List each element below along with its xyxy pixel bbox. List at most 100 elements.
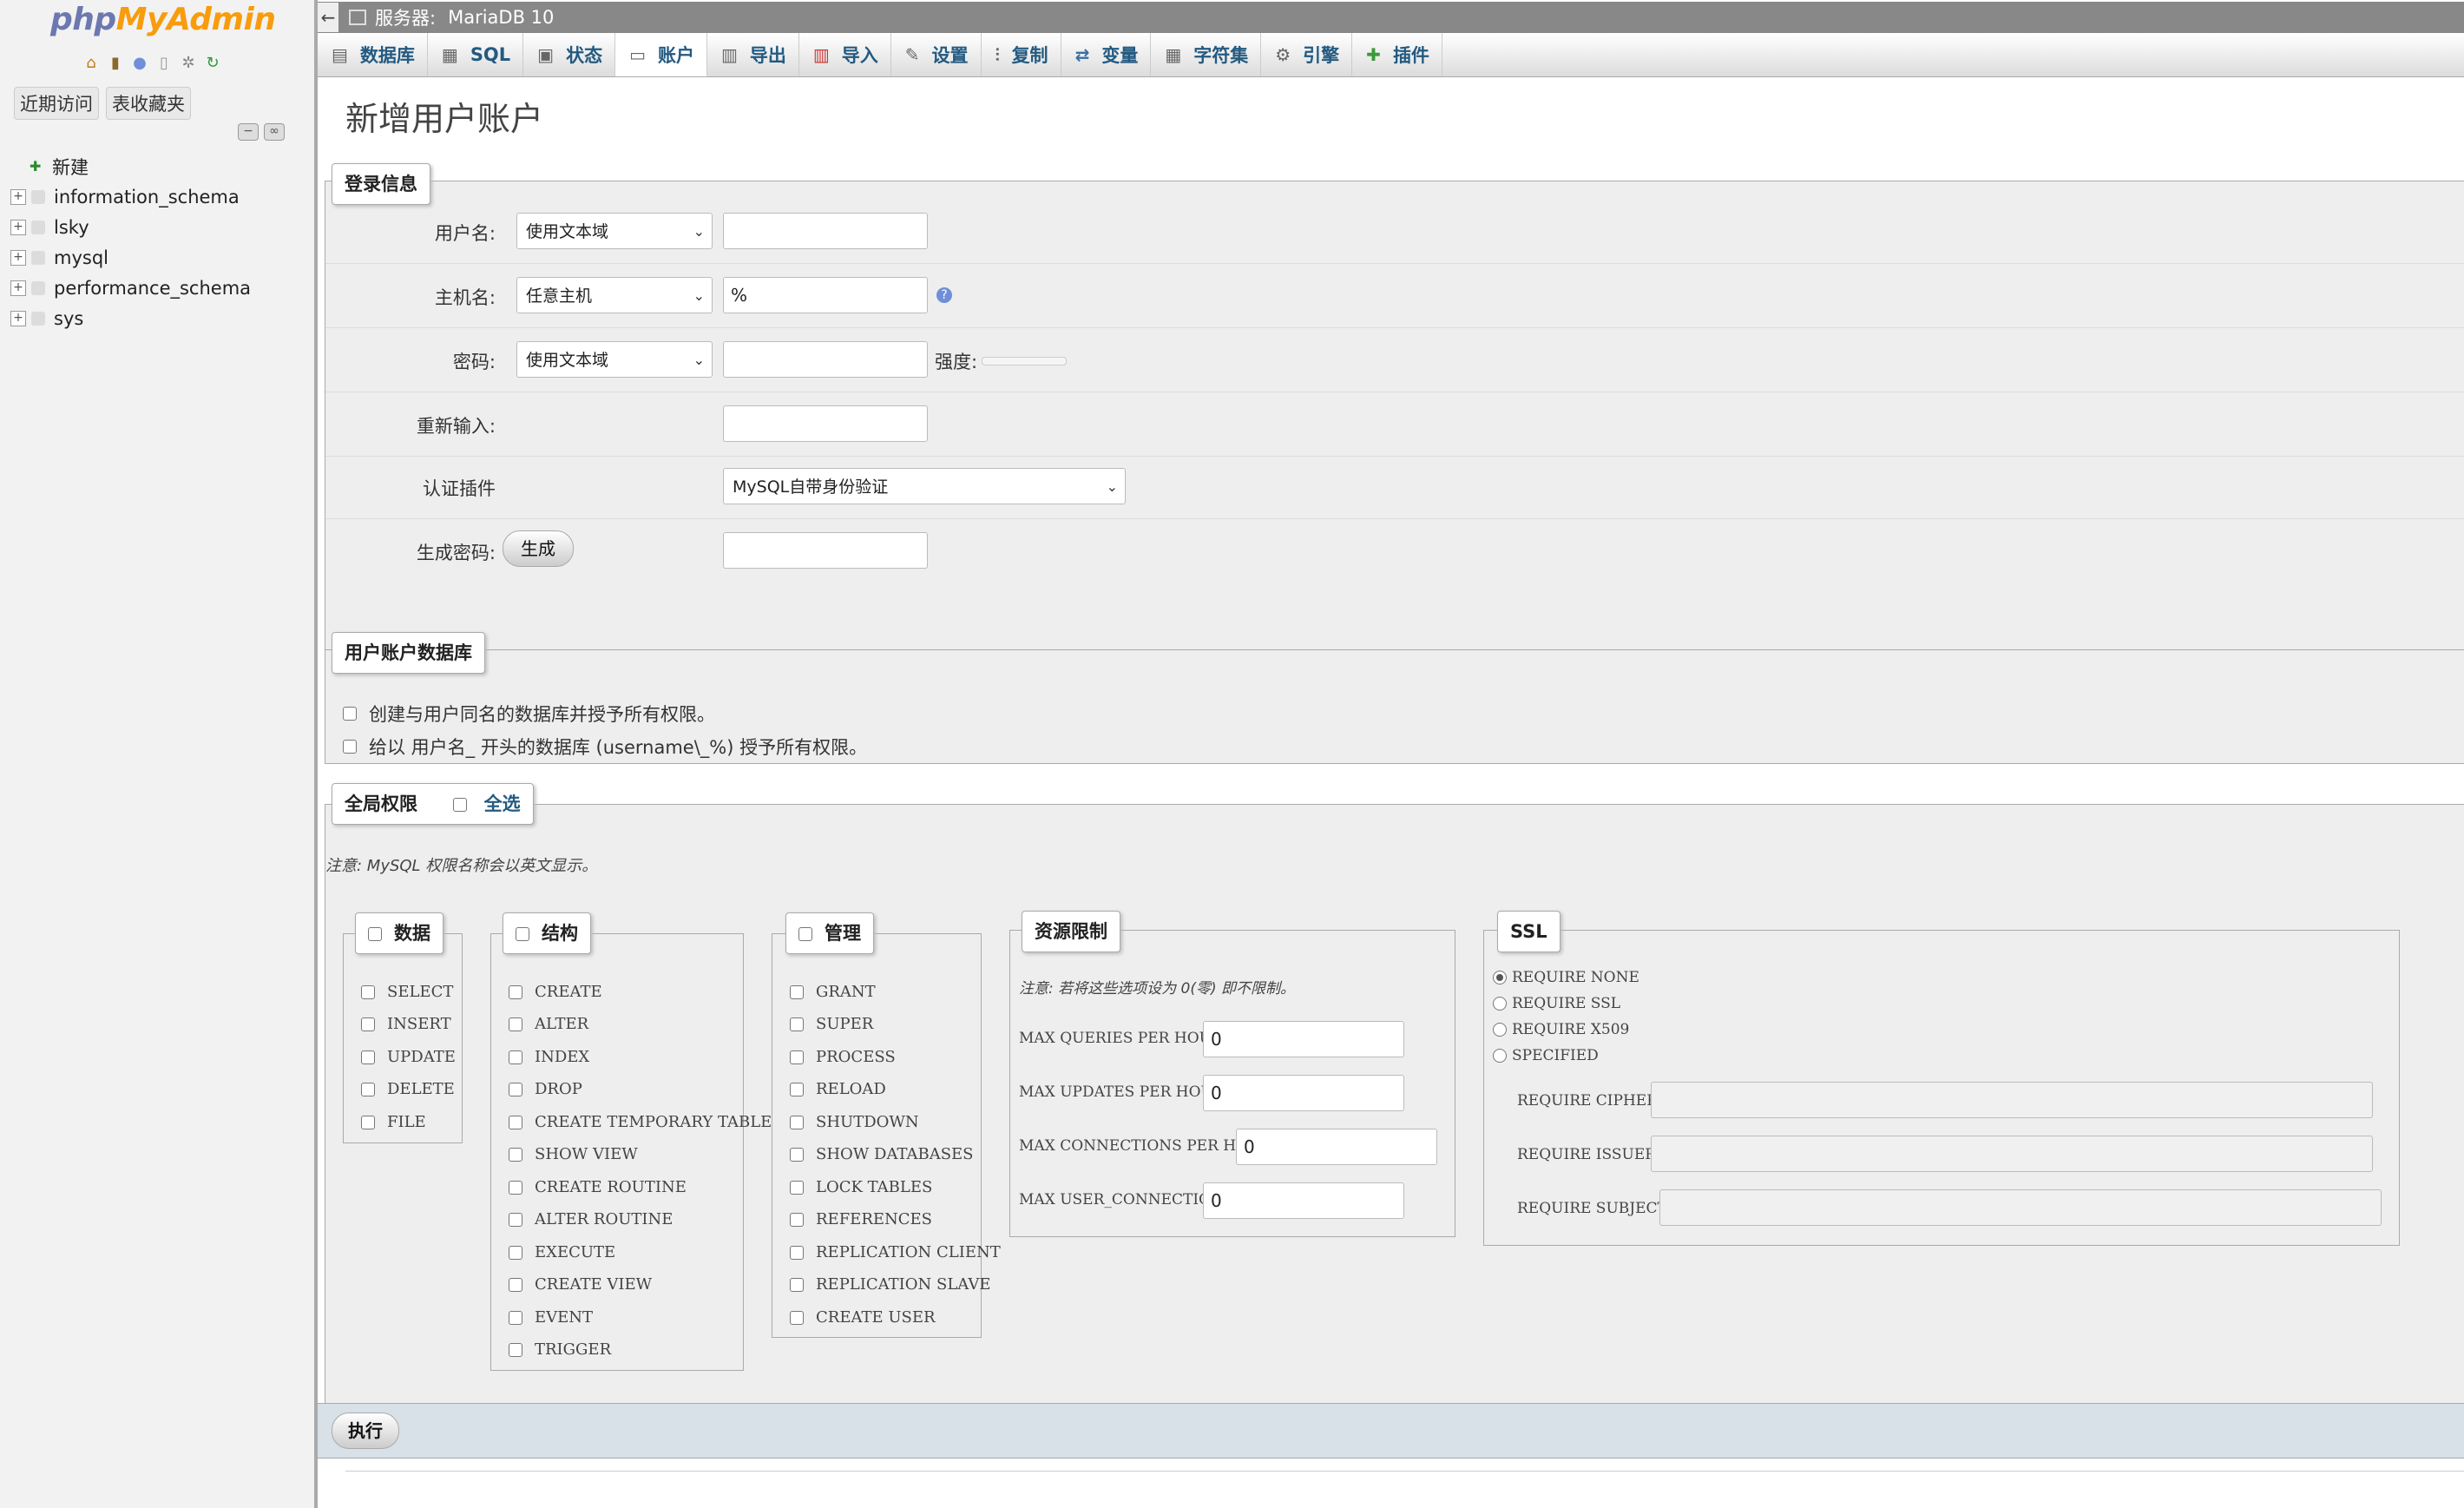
checkbox[interactable] [516, 927, 529, 941]
priv-alter[interactable]: ALTER [509, 1015, 588, 1033]
ssl-require-ssl-option[interactable]: REQUIRE SSL [1493, 995, 1620, 1012]
username-type-select[interactable]: 使用文本域 ⌄ [516, 213, 713, 249]
require-issuer-input[interactable] [1651, 1136, 2373, 1172]
checkbox[interactable] [509, 984, 522, 999]
checkbox[interactable] [509, 1310, 522, 1325]
expand-icon[interactable]: + [10, 219, 26, 235]
checkbox[interactable] [790, 1082, 804, 1096]
checkbox[interactable] [343, 707, 357, 721]
checkbox[interactable] [343, 740, 357, 754]
checkbox[interactable] [790, 984, 804, 999]
ssl-specified-option[interactable]: SPECIFIED [1493, 1047, 1599, 1064]
execute-button[interactable]: 执行 [332, 1413, 399, 1449]
structure-legend[interactable]: 结构 [503, 912, 591, 954]
priv-references[interactable]: REFERENCES [790, 1210, 932, 1228]
checkbox[interactable] [509, 1050, 522, 1064]
auth-plugin-select[interactable]: MySQL自带身份验证 ⌄ [723, 468, 1126, 504]
max-updates-input[interactable]: 0 [1203, 1075, 1404, 1111]
password-type-select[interactable]: 使用文本域 ⌄ [516, 341, 713, 378]
require-subject-input[interactable] [1659, 1189, 2382, 1226]
priv-event[interactable]: EVENT [509, 1308, 593, 1327]
checkbox[interactable] [790, 1147, 804, 1162]
priv-index[interactable]: INDEX [509, 1048, 589, 1066]
reload-icon[interactable]: ↻ [203, 54, 222, 73]
checkbox[interactable] [361, 1050, 375, 1064]
checkbox[interactable] [790, 1180, 804, 1195]
tab-databases[interactable]: ▤ 数据库 [318, 33, 428, 76]
checkbox[interactable] [509, 1017, 522, 1031]
checkbox[interactable] [798, 927, 812, 941]
priv-super[interactable]: SUPER [790, 1015, 873, 1033]
tab-import[interactable]: ▥ 导入 [799, 33, 891, 76]
checkbox[interactable] [509, 1180, 522, 1195]
priv-delete[interactable]: DELETE [361, 1080, 455, 1098]
logout-icon[interactable]: ▮ [106, 54, 125, 73]
priv-create-view[interactable]: CREATE VIEW [509, 1275, 652, 1294]
tab-sql[interactable]: ▦ SQL [428, 33, 524, 76]
priv-create-user[interactable]: CREATE USER [790, 1308, 936, 1327]
phpmyadmin-logo[interactable]: phpMyAdmin [50, 2, 276, 37]
expand-icon[interactable]: + [10, 249, 26, 266]
username-input[interactable] [723, 213, 928, 249]
checkbox[interactable] [790, 1277, 804, 1292]
recent-button[interactable]: 近期访问 [14, 87, 99, 120]
expand-icon[interactable]: + [10, 188, 26, 205]
priv-grant[interactable]: GRANT [790, 983, 876, 1001]
checkbox[interactable] [509, 1245, 522, 1260]
priv-update[interactable]: UPDATE [361, 1048, 456, 1066]
expand-icon[interactable]: + [10, 280, 26, 296]
checkbox[interactable] [790, 1115, 804, 1129]
host-input[interactable]: % [723, 277, 928, 313]
tree-item-database[interactable]: + information_schema [10, 181, 251, 212]
priv-execute[interactable]: EXECUTE [509, 1243, 615, 1261]
tab-replication[interactable]: ⫶ 复制 [982, 33, 1061, 76]
radio[interactable] [1493, 997, 1507, 1011]
radio[interactable] [1493, 1023, 1507, 1037]
tab-variables[interactable]: ⇄ 变量 [1061, 33, 1152, 76]
create-same-name-db-option[interactable]: 创建与用户同名的数据库并授予所有权限。 [343, 701, 715, 727]
priv-show-view[interactable]: SHOW VIEW [509, 1145, 638, 1163]
tab-status[interactable]: ▣ 状态 [523, 33, 616, 76]
generate-button[interactable]: 生成 [503, 530, 574, 567]
tab-export[interactable]: ▥ 导出 [707, 33, 799, 76]
radio[interactable] [1493, 971, 1507, 984]
tab-charset[interactable]: ▦ 字符集 [1151, 33, 1262, 76]
priv-reload[interactable]: RELOAD [790, 1080, 886, 1098]
checkbox[interactable] [509, 1115, 522, 1129]
max-connections-input[interactable]: 0 [1236, 1129, 1437, 1165]
home-icon[interactable]: ⌂ [82, 54, 101, 73]
help-icon[interactable]: ● [130, 54, 149, 73]
admin-legend[interactable]: 管理 [785, 912, 874, 954]
tree-item-database[interactable]: + lsky [10, 212, 251, 242]
checkbox[interactable] [509, 1082, 522, 1096]
collapse-sidebar-icon[interactable]: ← [318, 3, 338, 32]
tree-item-database[interactable]: + sys [10, 303, 251, 333]
generated-password-input[interactable] [723, 532, 928, 569]
checkbox[interactable] [790, 1245, 804, 1260]
checkbox[interactable] [790, 1017, 804, 1031]
favorites-button[interactable]: 表收藏夹 [106, 87, 191, 120]
priv-process[interactable]: PROCESS [790, 1048, 896, 1066]
radio[interactable] [1493, 1049, 1507, 1063]
tree-item-database[interactable]: + performance_schema [10, 273, 251, 303]
password-input[interactable] [723, 341, 928, 378]
help-icon[interactable]: ? [936, 287, 952, 303]
tree-item-new[interactable]: ✚ 新建 [10, 151, 251, 181]
require-cipher-input[interactable] [1651, 1082, 2373, 1118]
checkbox[interactable] [790, 1310, 804, 1325]
priv-file[interactable]: FILE [361, 1113, 426, 1131]
checkbox[interactable] [790, 1212, 804, 1227]
tab-settings[interactable]: ✎ 设置 [891, 33, 982, 76]
ssl-require-x509-option[interactable]: REQUIRE X509 [1493, 1021, 1629, 1038]
priv-replication-slave[interactable]: REPLICATION SLAVE [790, 1275, 991, 1294]
docs-icon[interactable]: ▯ [154, 54, 174, 73]
checkbox[interactable] [361, 984, 375, 999]
select-all-label[interactable]: 全选 [484, 794, 521, 814]
reenter-password-input[interactable] [723, 405, 928, 442]
checkbox[interactable] [368, 927, 382, 941]
gear-icon[interactable]: ✲ [179, 54, 198, 73]
grant-wildcard-db-option[interactable]: 给以 用户名_ 开头的数据库 (username\_%) 授予所有权限。 [343, 734, 867, 760]
checkbox[interactable] [509, 1147, 522, 1162]
checkbox[interactable] [509, 1212, 522, 1227]
priv-show-databases[interactable]: SHOW DATABASES [790, 1145, 974, 1163]
